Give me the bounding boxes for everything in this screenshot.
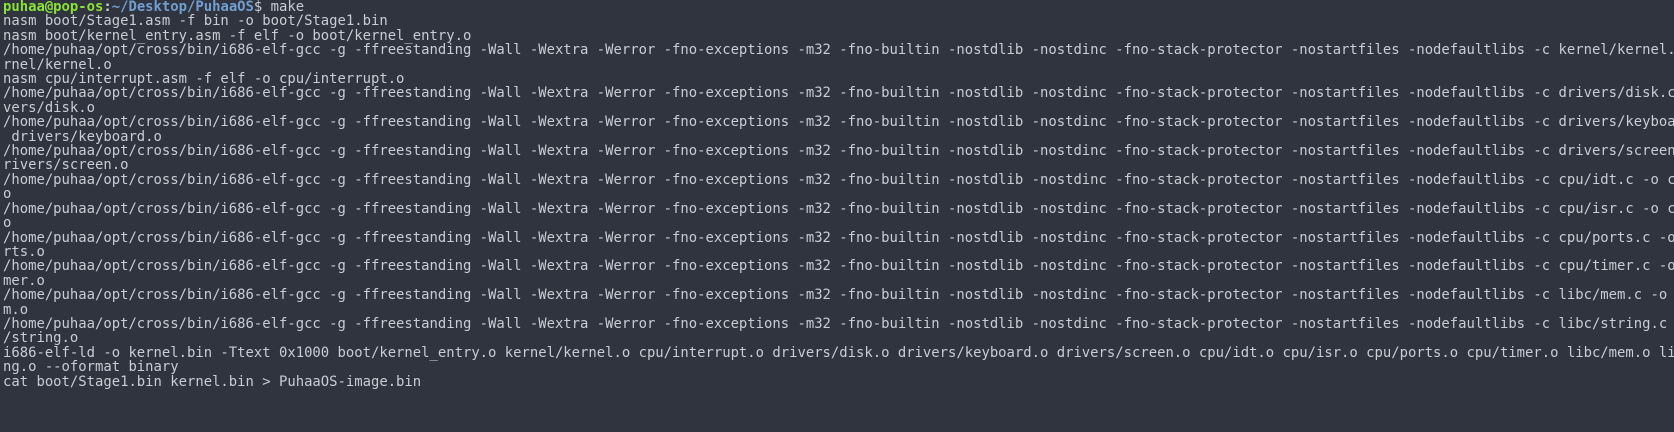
output-line: /home/puhaa/opt/cross/bin/i686-elf-gcc -…	[3, 42, 1674, 59]
output-line: o	[3, 186, 12, 203]
output-line: /home/puhaa/opt/cross/bin/i686-elf-gcc -…	[3, 287, 1674, 304]
output-line: /home/puhaa/opt/cross/bin/i686-elf-gcc -…	[3, 114, 1674, 131]
output-line: mer.o	[3, 272, 45, 289]
output-line: rivers/screen.o	[3, 157, 129, 174]
output-line: i686-elf-ld -o kernel.bin -Ttext 0x1000 …	[3, 344, 1674, 361]
output-line: cat boot/Stage1.bin kernel.bin > PuhaaOS…	[3, 373, 422, 390]
output-line: drivers/keyboard.o	[3, 128, 162, 145]
output-line: /home/puhaa/opt/cross/bin/i686-elf-gcc -…	[3, 85, 1674, 102]
output-line: /home/puhaa/opt/cross/bin/i686-elf-gcc -…	[3, 315, 1674, 332]
output-line: /home/puhaa/opt/cross/bin/i686-elf-gcc -…	[3, 258, 1674, 275]
output-line: o	[3, 215, 12, 232]
prompt-line: puhaa@pop-os:~/Desktop/PuhaaOS$ make	[3, 0, 1674, 14]
output-line: /home/puhaa/opt/cross/bin/i686-elf-gcc -…	[3, 143, 1674, 160]
output-line: /home/puhaa/opt/cross/bin/i686-elf-gcc -…	[3, 200, 1674, 217]
output-line: /home/puhaa/opt/cross/bin/i686-elf-gcc -…	[3, 171, 1674, 188]
output-line: nasm cpu/interrupt.asm -f elf -o cpu/int…	[3, 71, 405, 88]
output-line: ng.o --oformat binary	[3, 359, 179, 376]
output-line: rnel/kernel.o	[3, 56, 112, 73]
output-line: rts.o	[3, 243, 45, 260]
output-line: vers/disk.o	[3, 99, 95, 116]
output-line: m.o	[3, 301, 29, 318]
output-line: nasm boot/kernel_entry.asm -f elf -o boo…	[3, 27, 472, 44]
output-line: nasm boot/Stage1.asm -f bin -o boot/Stag…	[3, 13, 388, 30]
terminal-window[interactable]: puhaa@pop-os:~/Desktop/PuhaaOS$ make nas…	[0, 0, 1674, 432]
output-line: /home/puhaa/opt/cross/bin/i686-elf-gcc -…	[3, 229, 1674, 246]
output-line: /string.o	[3, 330, 79, 347]
